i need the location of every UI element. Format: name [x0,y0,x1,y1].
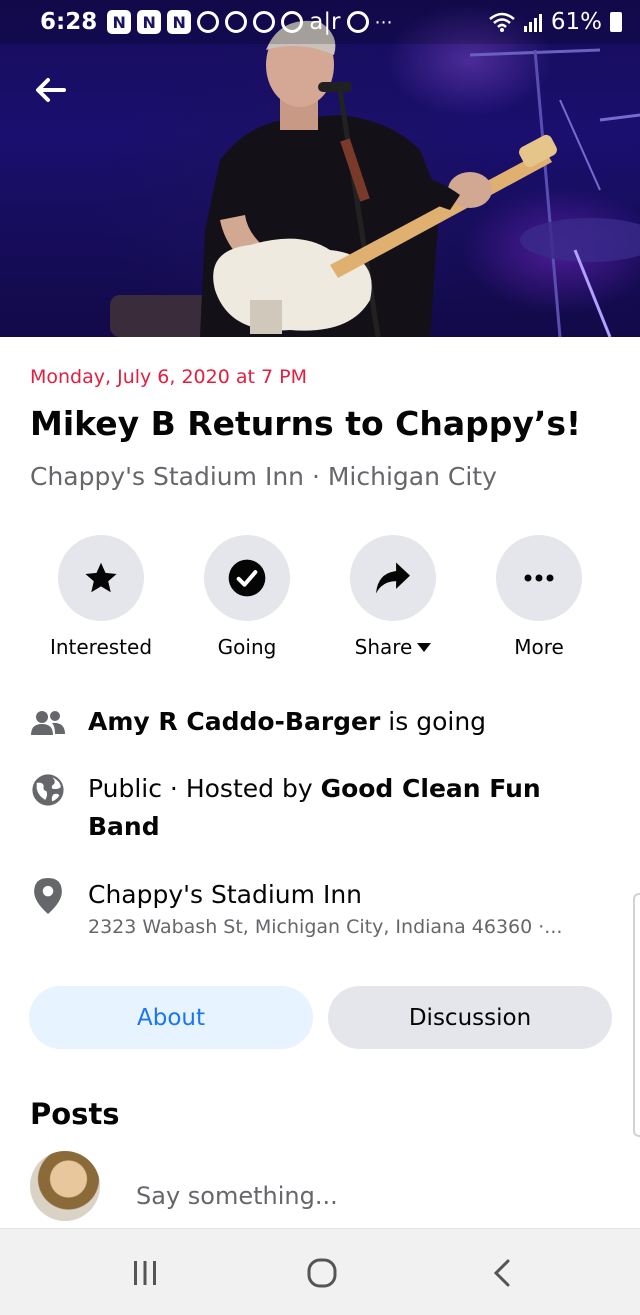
notification-icons: N N N a|r ⋯ [107,9,394,35]
venue-name: Chappy's Stadium Inn [88,880,363,909]
more-dots-icon [524,574,554,582]
news-app-icon: N [167,10,192,34]
going-circle[interactable] [204,535,290,621]
privacy-host-row: Public · Hosted by Good Clean Fun Band [30,770,620,846]
news-app-icon: N [107,10,132,34]
home-icon [307,1258,337,1288]
news-app-icon: N [137,10,162,34]
battery-icon [610,12,622,32]
system-back-button[interactable] [477,1251,527,1295]
location-text: Chappy's Stadium Inn 2323 Wabash St, Mic… [88,876,618,940]
star-icon [85,562,117,593]
interested-circle[interactable] [58,535,144,621]
posts-heading: Posts [30,1097,120,1131]
event-actions: Interested Going Share More [0,535,640,665]
more-circle[interactable] [496,535,582,621]
scrollbar[interactable] [633,893,640,1137]
performer-illustration [110,20,640,337]
caret-down-icon [417,642,432,652]
venue-address: 2323 Wabash St, Michigan City, Indiana 4… [88,916,563,938]
event-title: Mikey B Returns to Chappy’s! [30,404,582,443]
tab-about[interactable]: About [29,986,313,1049]
check-circle-icon [228,559,266,597]
more-button[interactable]: More [466,535,612,659]
battery-percent: 61% [550,9,602,35]
going-suffix: is going [380,707,487,736]
people-icon [30,705,66,741]
interested-label: Interested [49,635,153,659]
tab-discussion[interactable]: Discussion [328,986,612,1049]
share-arrow-icon [376,562,410,594]
system-nav-bar [0,1228,640,1315]
privacy-host-text: Public · Hosted by Good Clean Fun Band [88,770,608,846]
location-pin-icon [30,878,66,914]
chevron-left-icon [493,1259,510,1287]
home-button[interactable] [297,1251,347,1295]
share-button[interactable]: Share [320,535,466,659]
facebook-icon [197,11,220,33]
recent-apps-button[interactable] [120,1251,170,1295]
chrome-icon [225,11,248,33]
event-date: Monday, July 6, 2020 at 7 PM [30,366,307,388]
going-friend-row[interactable]: Amy R Caddo-Barger is going [30,703,620,741]
share-circle[interactable] [350,535,436,621]
going-label: Going [217,635,277,659]
back-button[interactable] [30,70,70,110]
more-label: More [514,635,564,659]
status-bar: 6:28 N N N a|r ⋯ 61% [0,0,640,44]
location-row[interactable]: Chappy's Stadium Inn 2323 Wabash St, Mic… [30,876,620,940]
cover-photo [0,0,640,337]
event-location-summary[interactable]: Chappy's Stadium Inn · Michigan City [30,462,497,491]
share-label: Share [355,635,432,659]
going-button[interactable]: Going [174,535,320,659]
status-time: 6:28 [40,9,98,35]
instagram-icon [346,11,369,33]
privacy-prefix: Public · Hosted by [88,774,321,803]
more-notifications-icon: ⋯ [374,11,395,33]
post-composer-placeholder[interactable]: Say something... [136,1182,338,1210]
air-app-label: a|r [309,9,341,35]
instagram-icon [253,11,276,33]
globe-icon [30,772,66,808]
back-arrow-icon [36,78,66,102]
recent-apps-icon [134,1261,156,1285]
share-label-text: Share [354,635,413,659]
going-friend-text: Amy R Caddo-Barger is going [88,703,486,741]
wifi-icon [489,12,515,32]
friend-name[interactable]: Amy R Caddo-Barger [88,707,380,736]
interested-button[interactable]: Interested [28,535,174,659]
avatar[interactable] [30,1151,100,1221]
signal-icon [523,14,542,32]
chrome-icon [281,11,304,33]
post-composer[interactable]: Say something... [30,1151,610,1221]
